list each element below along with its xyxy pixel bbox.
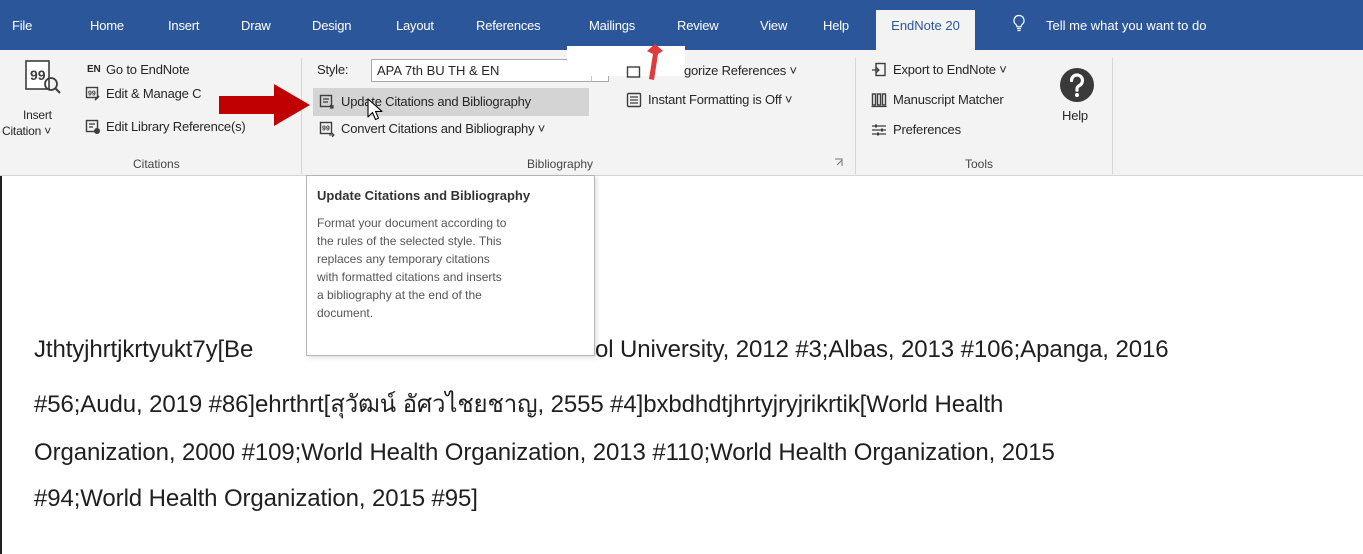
style-select-value: APA 7th BU TH & EN [377,63,500,78]
tooltip-text-line: a bibliography at the end of the [317,288,482,302]
lightbulb-icon [1013,14,1025,32]
preferences-icon [872,124,886,136]
tab-view[interactable]: View [760,18,787,33]
svg-text:99: 99 [88,91,96,98]
tooltip-text-line: with formatted citations and inserts [317,270,502,284]
categorize-references-button[interactable]: gorize References ˅ [684,63,797,78]
style-label: Style: [317,62,349,77]
categorize-references-icon [626,66,641,78]
tooltip-text-line: Format your document according to [317,216,507,230]
page-border [0,176,2,554]
document-text-line-2[interactable]: #56;Audu, 2019 #86]ehrthrt[สุวัฒน์ อัศวไ… [34,384,1003,423]
dialog-launcher-icon[interactable] [834,158,844,168]
insert-citation-label-2[interactable]: Citation ˅ [2,124,51,138]
tab-help[interactable]: Help [823,18,849,33]
update-citations-icon [319,94,334,109]
go-to-endnote-button[interactable]: Go to EndNote [106,62,190,77]
tab-home[interactable]: Home [90,18,124,33]
edit-library-reference-icon [85,119,100,134]
group-separator [1112,58,1113,174]
tooltip-text-line: replaces any temporary citations [317,252,490,266]
tooltip-text-line: the rules of the selected style. This [317,234,502,248]
svg-text:99: 99 [322,126,330,133]
document-text-line-4[interactable]: #94;World Health Organization, 2015 #95] [34,485,478,513]
ribbon-tab-bar: File Home Insert Draw Design Layout Refe… [0,0,1363,50]
tell-me-search[interactable]: Tell me what you want to do [1046,18,1206,33]
insert-citation-icon: 99 [25,60,61,94]
group-separator [855,58,856,174]
tab-layout[interactable]: Layout [396,18,434,33]
instant-formatting-button[interactable]: Instant Formatting is Off ˅ [648,92,792,107]
tab-design[interactable]: Design [312,18,351,33]
mouse-cursor-icon [367,98,383,121]
help-button-label[interactable]: Help [1062,108,1088,123]
endnote-badge-icon: EN [87,64,101,75]
tab-references[interactable]: References [476,18,541,33]
tab-endnote[interactable]: EndNote 20 [876,10,975,50]
edit-manage-citations-button[interactable]: Edit & Manage C [106,86,201,101]
convert-citations-button[interactable]: Convert Citations and Bibliography ˅ [341,121,545,136]
convert-citations-icon: 99 [319,121,335,137]
preferences-button[interactable]: Preferences [893,122,961,137]
tooltip-title: Update Citations and Bibliography [317,188,531,203]
document-text-line-1a[interactable]: Jthtyjhrtjkrtyukt7y[Be [34,336,253,364]
manuscript-matcher-icon [871,93,887,108]
update-citations-button[interactable]: Update Citations and Bibliography [313,88,589,116]
tab-mailings[interactable]: Mailings [589,18,635,33]
document-text-line-3[interactable]: Organization, 2000 #109;World Health Org… [34,439,1055,467]
tooltip: Update Citations and Bibliography Format… [306,175,595,356]
insert-citation-label-1[interactable]: Insert [23,108,52,122]
red-arrow-annotation [219,84,310,126]
tools-group-label: Tools [965,157,994,171]
tab-insert[interactable]: Insert [168,18,200,33]
manuscript-matcher-button[interactable]: Manuscript Matcher [893,92,1004,107]
tab-file[interactable]: File [12,18,32,33]
edit-manage-citations-icon: 99 [85,86,100,101]
tooltip-text-line: document. [317,306,374,320]
tab-draw[interactable]: Draw [241,18,271,33]
bibliography-group-label: Bibliography [527,157,594,171]
svg-text:99: 99 [30,67,46,83]
document-text-line-1b[interactable]: ol University, 2012 #3;Albas, 2013 #106;… [595,336,1169,364]
tab-review[interactable]: Review [677,18,719,33]
red-arrow-annotation-partial [647,44,663,80]
help-icon[interactable] [1059,67,1095,103]
instant-formatting-icon [626,92,642,108]
export-to-endnote-button[interactable]: Export to EndNote ˅ [893,62,1007,77]
citations-group-label: Citations [133,157,180,171]
export-to-endnote-icon [872,62,886,77]
